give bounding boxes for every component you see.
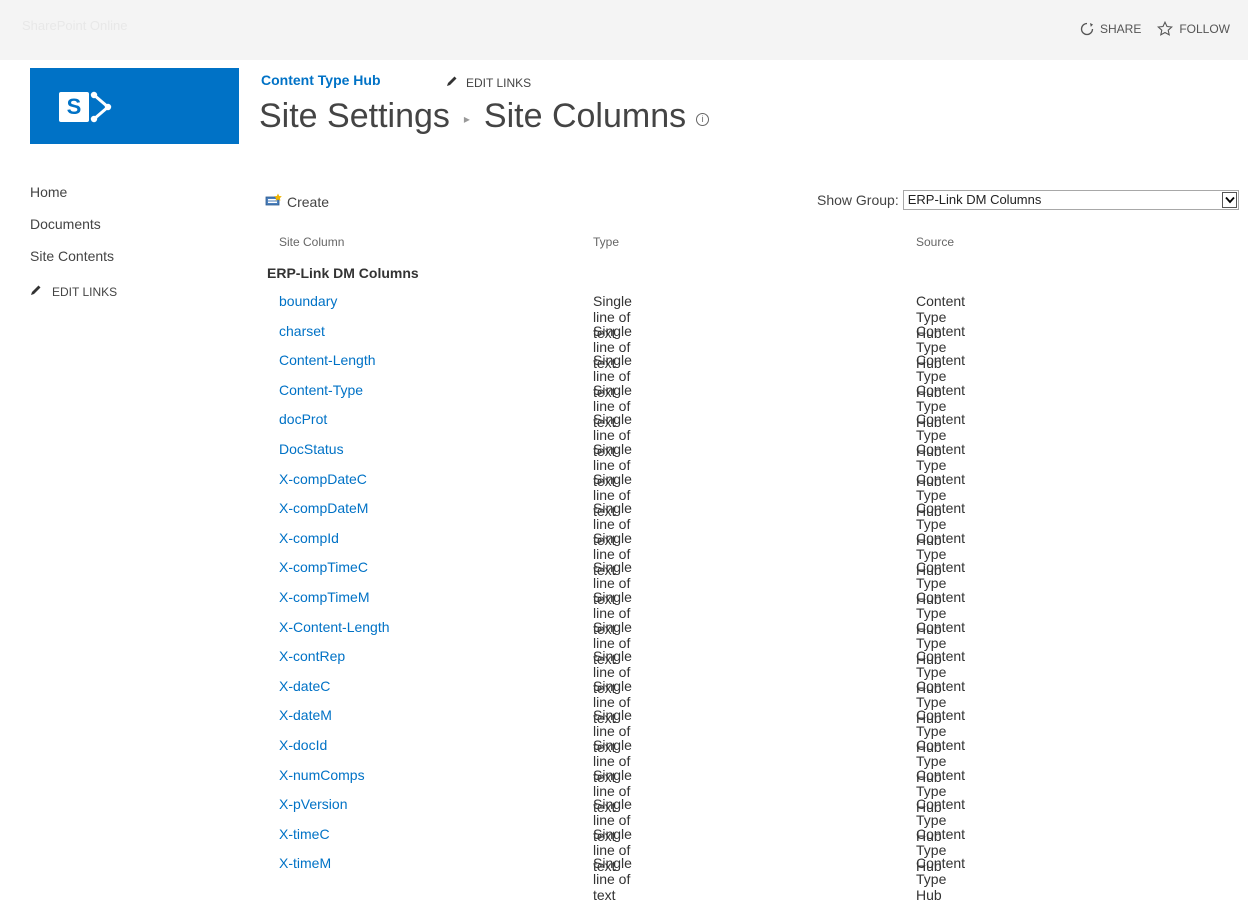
- show-group-select[interactable]: ERP-Link DM Columns: [902, 190, 1239, 210]
- nav-item-documents[interactable]: Documents: [30, 214, 117, 246]
- table-body: boundary Single line of text Content Type …: [267, 293, 965, 903]
- table-row: X-Content-Length Single line of text Conte…: [267, 619, 965, 667]
- site-column-link[interactable]: X-timeC: [279, 826, 330, 842]
- table-row: charset Single line of text Content Type H…: [267, 323, 965, 371]
- suite-bar-title: SharePoint Online: [22, 18, 128, 33]
- table-row: X-contRep Single line of text Content Type…: [267, 648, 965, 696]
- site-column-link[interactable]: X-dateC: [279, 678, 330, 694]
- column-header-site-column[interactable]: Site Column: [279, 235, 344, 249]
- breadcrumb-site-columns: Site Columns: [483, 97, 687, 135]
- nav-edit-links-button[interactable]: EDIT LINKS: [30, 284, 117, 299]
- site-column-link[interactable]: Content-Length: [279, 352, 376, 368]
- site-columns-table: Site Column Type Source ERP-Link DM Colu…: [267, 235, 965, 903]
- create-button[interactable]: Create: [265, 193, 329, 210]
- star-icon: [1157, 21, 1174, 37]
- edit-links-top-button[interactable]: EDIT LINKS: [446, 75, 531, 90]
- pencil-icon: [30, 284, 42, 299]
- table-row: X-docId Single line of text Content Type H…: [267, 737, 965, 785]
- site-column-link[interactable]: Content-Type: [279, 382, 363, 398]
- share-button[interactable]: SHARE: [1080, 22, 1141, 36]
- table-row: X-dateC Single line of text Content Type H…: [267, 678, 965, 726]
- column-header-source[interactable]: Source: [916, 235, 954, 249]
- breadcrumb-site-settings[interactable]: Site Settings: [259, 97, 450, 136]
- site-column-link[interactable]: X-compTimeC: [279, 559, 368, 575]
- site-column-link[interactable]: boundary: [279, 293, 337, 309]
- table-row: X-pVersion Single line of text Content Typ…: [267, 796, 965, 844]
- site-column-link[interactable]: DocStatus: [279, 441, 344, 457]
- page-title: Site Settings ▸ Site Columns i: [259, 97, 710, 136]
- column-header-type[interactable]: Type: [593, 235, 619, 249]
- sharepoint-arrow-icon: [90, 91, 112, 123]
- create-icon: [265, 193, 283, 210]
- site-column-link[interactable]: X-compDateC: [279, 471, 367, 487]
- table-row: DocStatus Single line of text Content Type…: [267, 441, 965, 489]
- site-column-link[interactable]: X-Content-Length: [279, 619, 390, 635]
- site-column-link[interactable]: X-pVersion: [279, 796, 347, 812]
- site-column-link[interactable]: X-docId: [279, 737, 327, 753]
- share-label: SHARE: [1099, 22, 1142, 36]
- table-row: X-compId Single line of text Content Type …: [267, 530, 965, 578]
- site-logo[interactable]: S: [30, 68, 239, 144]
- suite-bar: SharePoint Online SHARE FOLLOW: [0, 0, 1248, 60]
- follow-button[interactable]: FOLLOW: [1157, 21, 1230, 37]
- table-row: X-compDateM Single line of text Content Ty…: [267, 500, 965, 548]
- table-row: X-compDateC Single line of text Content Ty…: [267, 471, 965, 519]
- top-actions: SHARE FOLLOW: [1080, 21, 1230, 37]
- show-group-label: Show Group:: [817, 192, 899, 208]
- nav-edit-links-label: EDIT LINKS: [52, 284, 118, 299]
- site-column-link[interactable]: X-contRep: [279, 648, 345, 664]
- table-row: Content-Type Single line of text Content T…: [267, 382, 965, 430]
- edit-links-label: EDIT LINKS: [466, 75, 532, 90]
- info-icon[interactable]: i: [696, 113, 710, 126]
- sharepoint-logo-icon: S: [59, 92, 89, 122]
- breadcrumb-separator-icon: ▸: [463, 111, 470, 126]
- table-row: X-compTimeM Single line of text Content Ty…: [267, 589, 965, 637]
- site-hub-link[interactable]: Content Type Hub: [261, 72, 381, 88]
- table-row: X-compTimeC Single line of text Content Ty…: [267, 559, 965, 607]
- table-header: Site Column Type Source: [267, 235, 954, 263]
- show-group-value: ERP-Link DM Columns: [907, 192, 1042, 207]
- create-label: Create: [287, 193, 330, 210]
- column-source: Content Type Hub: [916, 855, 966, 903]
- table-row: docProt Single line of text Content Type H…: [267, 411, 965, 459]
- nav-item-site-contents[interactable]: Site Contents: [30, 246, 117, 278]
- site-column-link[interactable]: X-compId: [279, 530, 339, 546]
- left-navigation: Home Documents Site Contents EDIT LINKS: [30, 182, 117, 299]
- site-column-link[interactable]: X-dateM: [279, 707, 332, 723]
- group-heading: ERP-Link DM Columns: [267, 265, 419, 281]
- show-group-filter: Show Group: ERP-Link DM Columns: [817, 190, 1239, 210]
- site-column-link[interactable]: X-timeM: [279, 855, 331, 871]
- pencil-icon: [446, 75, 458, 90]
- share-icon: [1080, 22, 1094, 36]
- chevron-down-icon: [1221, 192, 1237, 208]
- site-column-link[interactable]: charset: [279, 323, 325, 339]
- table-row: X-timeM Single line of text Content Type H…: [267, 855, 965, 903]
- site-column-link[interactable]: X-compDateM: [279, 500, 368, 516]
- table-row: X-timeC Single line of text Content Type H…: [267, 826, 965, 874]
- table-row: X-dateM Single line of text Content Type H…: [267, 707, 965, 755]
- table-row: X-numComps Single line of text Content Typ…: [267, 767, 965, 815]
- nav-item-home[interactable]: Home: [30, 182, 117, 214]
- column-type: Single line of text: [593, 855, 632, 903]
- site-column-link[interactable]: X-numComps: [279, 767, 365, 783]
- site-column-link[interactable]: X-compTimeM: [279, 589, 370, 605]
- site-column-link[interactable]: docProt: [279, 411, 327, 427]
- follow-label: FOLLOW: [1179, 22, 1230, 36]
- table-row: Content-Length Single line of text Content…: [267, 352, 965, 400]
- table-row: boundary Single line of text Content Type …: [267, 293, 965, 341]
